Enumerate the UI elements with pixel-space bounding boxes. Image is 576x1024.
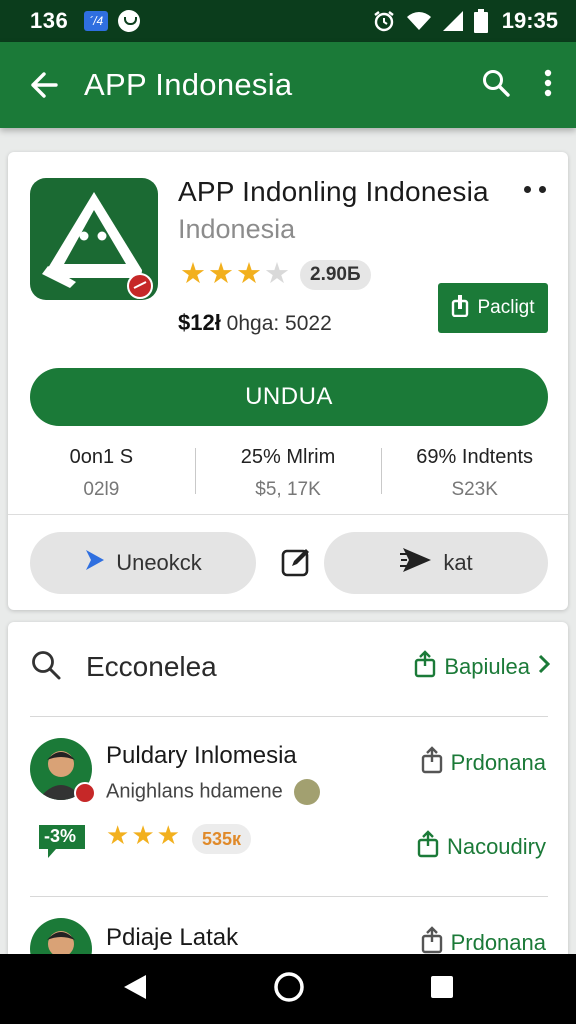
price-line: $12ł 0hga: 5022 <box>178 310 332 336</box>
overflow-menu-icon[interactable] <box>544 69 552 102</box>
related-title: Ecconelea <box>86 651 217 682</box>
price-meta: 0hga: 5022 <box>226 312 332 335</box>
chat-bubble-icon: -3% <box>36 822 88 860</box>
share-icon <box>414 650 436 684</box>
star-empty-icon: ★ <box>264 258 290 290</box>
related-apps-card: Ecconelea Bapiulea Puldary Inlomesia Ani… <box>8 622 568 980</box>
star-icon: ★ <box>106 820 130 850</box>
related-item-subtitle: Anighlans hdamene <box>106 779 321 805</box>
related-item-action-label: Prdonana <box>450 930 546 955</box>
chevron-right-icon <box>538 654 551 680</box>
divider <box>30 896 548 897</box>
search-icon[interactable] <box>30 649 62 686</box>
system-nav-bar <box>0 954 576 1024</box>
rating-stars: ★ ★ ★ ★ <box>180 260 290 289</box>
divider <box>8 514 568 515</box>
notification-app-icon: ´/4 <box>84 11 109 31</box>
status-clock: 19:35 <box>501 8 558 33</box>
app-bar: APP Indonesia <box>0 42 576 128</box>
app-detail-card: APP Indonling Indonesia Indonesia ★ ★ ★ … <box>8 152 568 610</box>
stat-downloads: 0on1 S 02l9 <box>8 442 195 504</box>
share-icon <box>417 830 439 864</box>
stat-value: S23K <box>451 479 498 500</box>
star-icon: ★ <box>180 258 206 290</box>
see-more-label: Bapiulea <box>444 654 530 679</box>
chat-notification-icon <box>118 10 141 32</box>
star-icon: ★ <box>156 820 180 850</box>
nav-back-icon[interactable] <box>122 973 148 1006</box>
verified-badge-icon <box>74 782 96 804</box>
price-value: $12ł <box>178 310 221 335</box>
related-header: Ecconelea Bapiulea <box>30 644 551 690</box>
divider <box>30 716 548 717</box>
status-bar: 136 ´/4 19:35 <box>0 0 576 42</box>
stat-percent: 69% Indtents S23K <box>381 442 568 504</box>
related-item-name[interactable]: Puldary Inlomesia <box>106 742 297 770</box>
back-arrow-icon[interactable] <box>24 65 64 105</box>
stat-value: $5, 17K <box>255 479 321 500</box>
wifi-icon <box>406 10 432 32</box>
package-button-label: Pacligt <box>477 297 535 318</box>
related-item-stars: ★ ★ ★ <box>106 822 180 848</box>
star-icon: ★ <box>131 820 155 850</box>
send-icon <box>399 545 433 581</box>
nav-home-icon[interactable] <box>273 971 305 1008</box>
related-item-second-action-label: Nacoudiry <box>446 834 546 859</box>
related-item-name[interactable]: Pdiaje Latak <box>106 924 238 952</box>
related-item-action[interactable]: Prdonana <box>421 746 546 780</box>
nav-recents-icon[interactable] <box>430 975 454 1004</box>
star-icon: ★ <box>236 258 262 290</box>
developer-name[interactable]: Indonesia <box>178 214 295 245</box>
battery-icon <box>473 9 488 33</box>
related-item-count-badge: 535к <box>192 824 252 854</box>
related-item-sub-text: Anighlans hdamene <box>106 780 283 803</box>
app-name: APP Indonling Indonesia <box>178 176 489 207</box>
play-icon <box>84 548 106 578</box>
package-icon <box>451 293 469 323</box>
play-chip-label: Uneokck <box>116 550 202 575</box>
stat-label: 69% Indtents <box>416 446 534 468</box>
related-item-action-label: Prdonana <box>450 750 546 775</box>
package-button[interactable]: Pacligt <box>438 283 548 333</box>
status-left-text: 136 <box>30 8 69 33</box>
see-more-link[interactable]: Bapiulea <box>414 650 551 684</box>
related-item-second-action[interactable]: Nacoudiry <box>417 830 546 864</box>
share-icon <box>421 746 443 780</box>
puzzle-icon <box>294 779 321 805</box>
rating-count-badge: 2.90Б <box>300 260 371 290</box>
app-bar-title: APP Indonesia <box>84 67 293 102</box>
star-icon: ★ <box>208 258 234 290</box>
stat-value: 02l9 <box>83 479 120 500</box>
stats-row: 0on1 S 02l9 25% Mlrim $5, 17K 69% Indten… <box>8 442 568 504</box>
app-logo-icon <box>30 178 158 300</box>
play-chip-button[interactable]: Uneokck <box>30 532 256 594</box>
stat-ratio: 25% Mlrim $5, 17K <box>194 442 382 504</box>
edit-icon[interactable] <box>280 546 312 578</box>
stat-label: 25% Mlrim <box>240 446 336 468</box>
alarm-icon <box>372 9 396 33</box>
signal-icon <box>442 10 464 32</box>
share-chip-label: kat <box>443 550 473 575</box>
install-button[interactable]: UNDUA <box>30 368 548 426</box>
search-icon[interactable] <box>482 69 510 102</box>
share-chip-button[interactable]: kat <box>324 532 548 594</box>
card-more-icon[interactable] <box>524 186 546 193</box>
chat-bubble-label: -3% <box>44 826 77 846</box>
stat-label: 0on1 S <box>69 446 134 468</box>
